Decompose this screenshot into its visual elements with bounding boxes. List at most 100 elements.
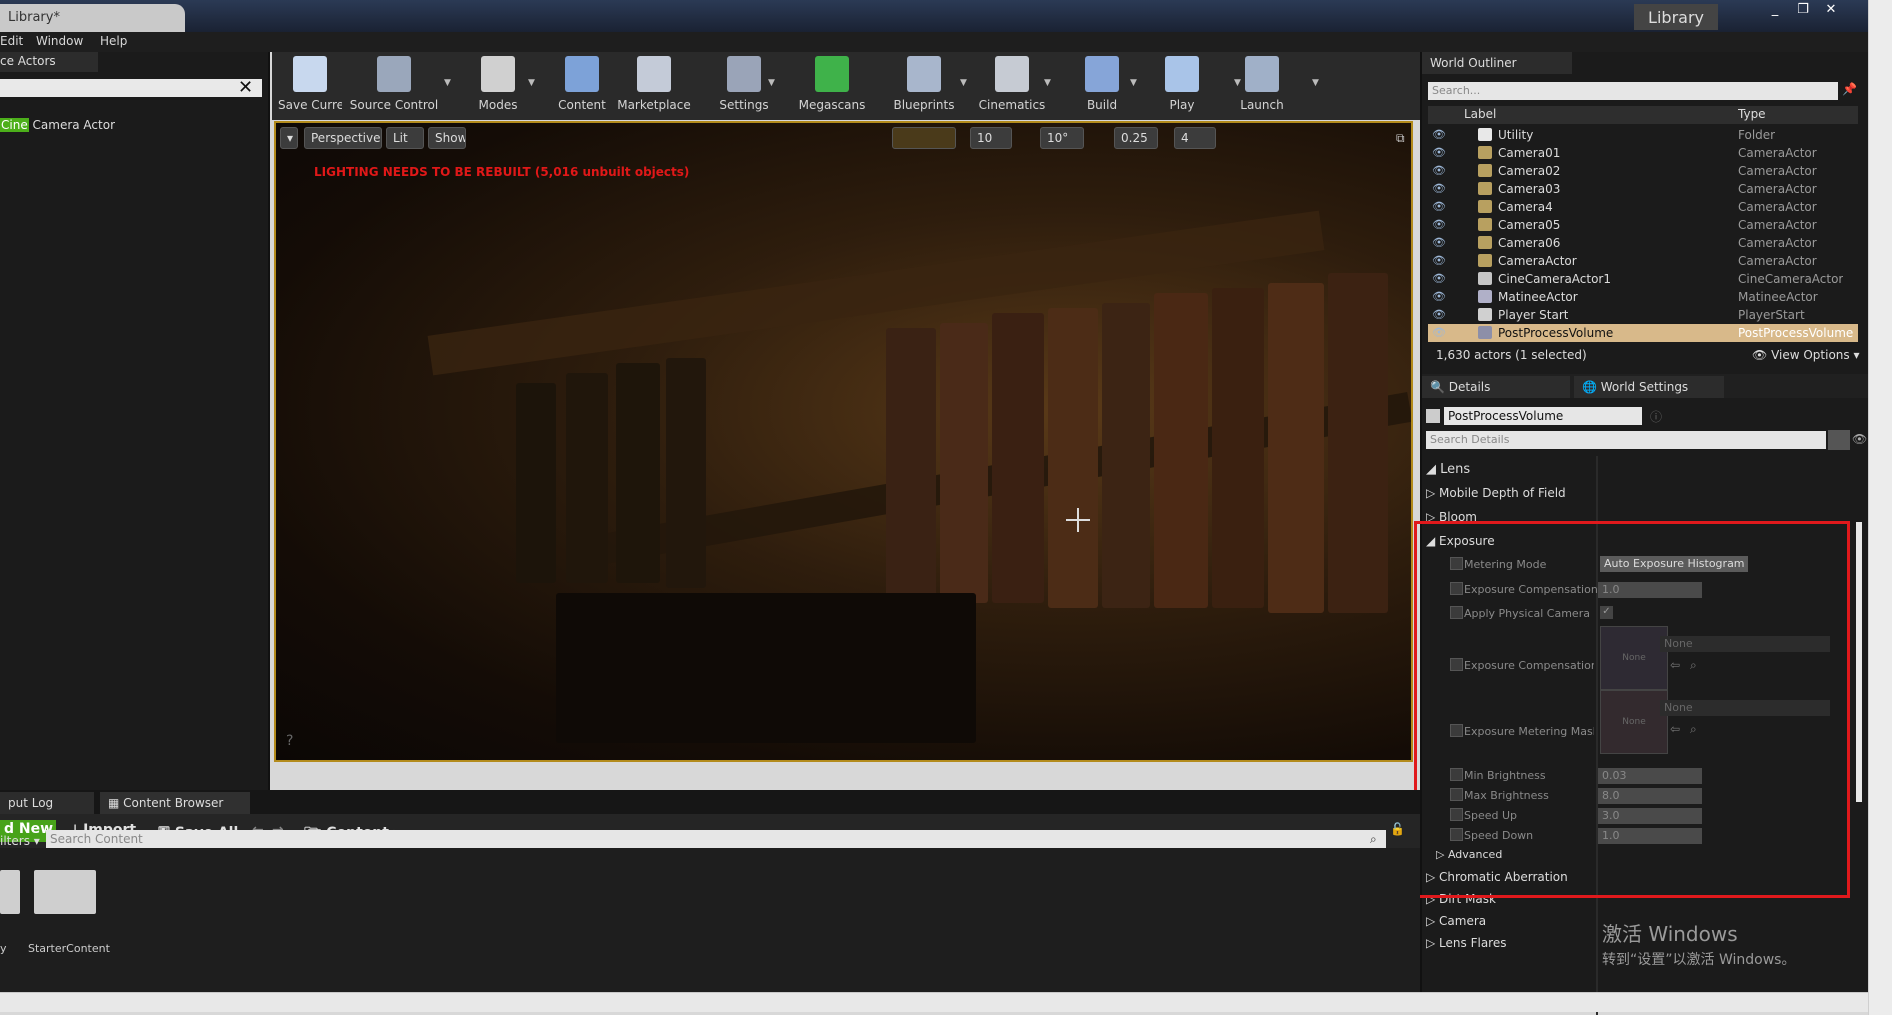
category-lens-flares[interactable]: ▷ Lens Flares (1426, 936, 1506, 950)
col-type-header[interactable]: Type (1738, 107, 1766, 121)
minimize-button[interactable]: _ (1762, 2, 1788, 20)
source-control-button[interactable]: Source Control (346, 54, 442, 118)
eye-icon[interactable]: 👁 (1432, 182, 1446, 195)
perspective-button[interactable]: Perspective (304, 127, 382, 149)
rotation-snap-button[interactable]: 10° (1040, 127, 1084, 149)
chevron-down-icon[interactable]: ▼ (1130, 78, 1137, 88)
col-label-header[interactable]: Label (1464, 107, 1496, 121)
table-row[interactable]: 👁 Camera06 CameraActor (1428, 234, 1858, 252)
view-options-button[interactable]: 👁 View Options ▾ (1752, 348, 1860, 362)
list-item-cine-camera-actor[interactable]: Cine Camera Actor (0, 118, 115, 132)
eye-icon[interactable]: 👁 (1432, 290, 1446, 303)
eye-icon[interactable]: 👁 (1432, 218, 1446, 231)
table-row[interactable]: 👁 Camera05 CameraActor (1428, 216, 1858, 234)
maximize-button[interactable]: ❐ (1790, 2, 1816, 20)
eye-icon[interactable]: 👁 (1432, 236, 1446, 249)
help-icon[interactable]: ⓘ (1650, 408, 1662, 425)
table-row[interactable]: 👁 Utility Folder (1428, 126, 1858, 144)
megascans-button[interactable]: Megascans (790, 54, 874, 118)
document-tab[interactable]: Library* (0, 4, 185, 32)
content-browser-icon: ▦ (108, 796, 124, 810)
chevron-down-icon[interactable]: ▼ (528, 78, 535, 88)
maximize-viewport-icon[interactable]: ⧉ (1396, 131, 1405, 146)
save-current-button[interactable]: Save Current (278, 54, 342, 118)
vertical-scrollbar[interactable] (1868, 0, 1892, 1015)
table-row[interactable]: 👁 MatineeActor MatineeActor (1428, 288, 1858, 306)
clear-icon[interactable]: ✕ (238, 77, 253, 98)
transform-tools[interactable] (892, 127, 956, 149)
eye-icon[interactable]: 👁 (1432, 308, 1446, 321)
marketplace-button[interactable]: Marketplace (616, 54, 692, 118)
category-camera[interactable]: ▷ Camera (1426, 914, 1486, 928)
grid-snap-button[interactable]: 10 (970, 127, 1012, 149)
chevron-down-icon[interactable]: ▼ (960, 78, 967, 88)
grid-view-icon[interactable] (1828, 430, 1850, 450)
chevron-down-icon[interactable]: ▼ (768, 78, 775, 88)
horizontal-scrollbar[interactable] (0, 992, 1868, 1012)
eye-icon[interactable]: 👁 (1432, 254, 1446, 267)
eye-icon[interactable]: 👁 (1432, 164, 1446, 177)
table-row[interactable]: 👁 Camera01 CameraActor (1428, 144, 1858, 162)
eye-icon[interactable]: 👁 (1432, 326, 1446, 339)
show-button[interactable]: Show (428, 127, 466, 149)
folder-thumbnail[interactable] (0, 870, 20, 914)
table-row[interactable]: 👁 Player Start PlayerStart (1428, 306, 1858, 324)
eye-icon[interactable]: 👁 (1432, 128, 1446, 141)
table-row[interactable]: 👁 Camera4 CameraActor (1428, 198, 1858, 216)
table-row[interactable]: 👁 CineCameraActor1 CineCameraActor (1428, 270, 1858, 288)
lock-icon[interactable]: 🔓 (1390, 822, 1405, 836)
folder-thumbnail[interactable] (34, 870, 96, 914)
close-button[interactable]: ✕ (1818, 2, 1844, 20)
camera-speed-button[interactable]: 4 (1174, 127, 1216, 149)
filters-button[interactable]: ilters ▾ (0, 834, 40, 848)
content-button[interactable]: Content (552, 54, 612, 118)
viewport-options-button[interactable]: ▾ (280, 127, 298, 149)
menu-help[interactable]: Help (100, 34, 127, 48)
pin-icon[interactable]: 📌 (1842, 82, 1857, 96)
chevron-down-icon[interactable]: ▼ (1044, 78, 1051, 88)
eye-icon[interactable]: 👁 (1432, 200, 1446, 213)
scale-snap-button[interactable]: 0.25 (1114, 127, 1158, 149)
tab-world-outliner[interactable]: World Outliner (1422, 52, 1572, 74)
level-viewport[interactable]: ▾ Perspective Lit Show 10 10° 0.25 4 ⧉ L… (274, 121, 1413, 762)
tab-world-settings[interactable]: 🌐 World Settings (1574, 376, 1724, 398)
place-actors-tab[interactable]: ce Actors (0, 52, 98, 72)
eye-icon[interactable]: 👁 (1432, 146, 1446, 159)
details-search-input[interactable]: Search Details (1426, 431, 1826, 449)
eye-icon[interactable]: 👁 (1432, 272, 1446, 285)
build-button[interactable]: Build (1076, 54, 1128, 118)
details-scrollbar[interactable] (1856, 522, 1862, 802)
table-row-selected[interactable]: 👁 PostProcessVolume PostProcessVolume (1428, 324, 1858, 342)
tab-output-log[interactable]: put Log (0, 792, 94, 814)
category-lens[interactable]: ◢ Lens (1426, 462, 1470, 477)
help-icon[interactable]: ? (286, 733, 293, 749)
menu-edit[interactable]: Edit (0, 34, 23, 48)
search-icon[interactable]: ⌕ (1370, 832, 1377, 847)
object-name-field[interactable]: PostProcessVolume (1444, 407, 1642, 425)
settings-button[interactable]: Settings (712, 54, 776, 118)
chevron-down-icon[interactable]: ▼ (444, 78, 451, 88)
launch-icon (1245, 56, 1279, 92)
content-search-input[interactable]: Search Content (46, 830, 1386, 848)
launch-button[interactable]: Launch (1232, 54, 1292, 118)
tab-details[interactable]: 🔍 Details (1422, 376, 1570, 398)
blueprints-button[interactable]: Blueprints (888, 54, 960, 118)
table-row[interactable]: 👁 Camera02 CameraActor (1428, 162, 1858, 180)
row-label: Utility (1498, 128, 1534, 142)
table-row[interactable]: 👁 CameraActor CameraActor (1428, 252, 1858, 270)
lit-button[interactable]: Lit (386, 127, 424, 149)
camera-icon (1478, 236, 1492, 249)
eye-icon[interactable]: 👁 (1852, 432, 1867, 446)
place-search-input[interactable]: ✕ (0, 77, 262, 98)
table-row[interactable]: 👁 Camera03 CameraActor (1428, 180, 1858, 198)
play-button[interactable]: Play (1156, 54, 1208, 118)
tab-content-browser[interactable]: ▦ Content Browser (100, 792, 250, 814)
row-label: Camera05 (1498, 218, 1561, 232)
book (1212, 288, 1264, 608)
chevron-down-icon[interactable]: ▼ (1312, 78, 1319, 88)
menu-window[interactable]: Window (36, 34, 83, 48)
outliner-search-input[interactable]: Search... (1428, 82, 1838, 100)
category-mobile-dof[interactable]: ▷ Mobile Depth of Field (1426, 486, 1566, 500)
cinematics-button[interactable]: Cinematics (972, 54, 1052, 118)
modes-button[interactable]: Modes (468, 54, 528, 118)
